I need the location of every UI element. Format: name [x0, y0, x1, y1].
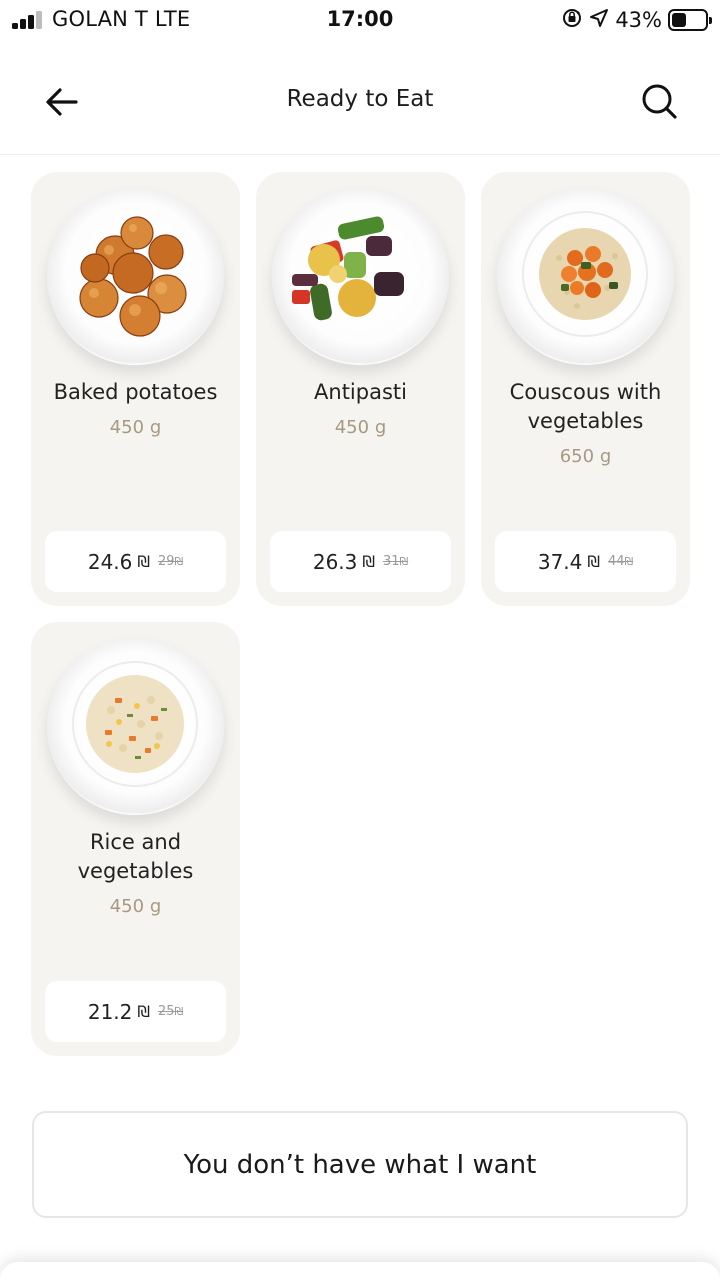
product-weight: 650 g — [559, 446, 612, 467]
currency-symbol-old: ₪ — [174, 1005, 184, 1018]
orientation-lock-icon — [561, 7, 583, 33]
battery-percent: 43% — [615, 8, 662, 32]
price-button[interactable]: 37.4 ₪ 44 ₪ — [495, 531, 676, 592]
search-icon — [642, 84, 677, 119]
app-header: Ready to Eat — [0, 40, 720, 155]
page-title: Ready to Eat — [286, 86, 434, 112]
request-item-button[interactable]: You don’t have what I want — [32, 1111, 688, 1218]
price-old: 29 — [157, 554, 175, 569]
product-name: Couscous with vegetables — [509, 380, 662, 433]
battery-icon — [668, 9, 712, 31]
product-name: Baked potatoes — [53, 380, 218, 404]
rice-image — [47, 638, 224, 815]
currency-symbol-old: ₪ — [624, 555, 634, 568]
status-indicators: 43% — [561, 7, 712, 33]
price-current: 21.2 — [87, 999, 133, 1024]
currency-symbol-old: ₪ — [174, 555, 184, 568]
product-weight: 450 g — [109, 417, 162, 438]
currency-symbol: ₪ — [137, 1002, 150, 1021]
price-button[interactable]: 21.2 ₪ 25 ₪ — [45, 981, 226, 1042]
price-current: 37.4 — [537, 549, 583, 574]
currency-symbol: ₪ — [587, 552, 600, 571]
product-name: Rice and vegetables — [77, 830, 194, 883]
battery-fill — [672, 13, 686, 27]
price-button[interactable]: 24.6 ₪ 29 ₪ — [45, 531, 226, 592]
bottom-sheet-edge — [0, 1262, 720, 1280]
baked-potatoes-image — [47, 188, 224, 365]
status-bar: GOLAN T LTE 17:00 43% — [0, 0, 720, 40]
couscous-image — [497, 188, 674, 365]
price-button[interactable]: 26.3 ₪ 31 ₪ — [270, 531, 451, 592]
product-card-rice[interactable]: Rice and vegetables 450 g 21.2 ₪ 25 ₪ — [31, 622, 240, 1056]
currency-symbol: ₪ — [362, 552, 375, 571]
currency-symbol: ₪ — [137, 552, 150, 571]
antipasti-image — [272, 188, 449, 365]
price-old: 44 — [607, 554, 625, 569]
product-card-couscous[interactable]: Couscous with vegetables 650 g 37.4 ₪ 44… — [481, 172, 690, 606]
price-old: 31 — [382, 554, 400, 569]
location-icon — [589, 8, 609, 32]
product-name: Antipasti — [314, 380, 407, 404]
currency-symbol-old: ₪ — [399, 555, 409, 568]
price-current: 26.3 — [312, 549, 358, 574]
search-button[interactable] — [640, 80, 680, 124]
price-old: 25 — [157, 1004, 175, 1019]
product-card-baked-potatoes[interactable]: Baked potatoes 450 g 24.6 ₪ 29 ₪ — [31, 172, 240, 606]
price-current: 24.6 — [87, 549, 133, 574]
product-card-antipasti[interactable]: Antipasti 450 g 26.3 ₪ 31 ₪ — [256, 172, 465, 606]
product-weight: 450 g — [334, 417, 387, 438]
product-weight: 450 g — [109, 896, 162, 917]
